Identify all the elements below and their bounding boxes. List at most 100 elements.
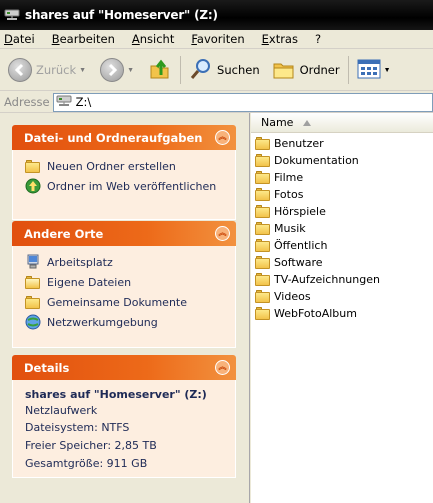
column-header-name[interactable]: Name <box>251 113 433 133</box>
folder-name: Fotos <box>274 188 304 201</box>
toolbar-separator <box>180 56 182 84</box>
collapse-chevron-icon[interactable]: ︽ <box>215 130 230 145</box>
shared-documents-icon <box>25 294 41 310</box>
folder-item[interactable]: Musik <box>251 220 433 237</box>
title-bar[interactable]: shares auf "Homeserver" (Z:) <box>0 0 433 30</box>
column-header-label: Name <box>261 116 294 129</box>
folder-name: Musik <box>274 222 306 235</box>
menu-bearbeiten[interactable]: Bearbeiten <box>52 32 115 46</box>
folder-up-icon <box>148 57 172 84</box>
place-arbeitsplatz-label: Arbeitsplatz <box>47 255 113 269</box>
folder-item[interactable]: Öffentlich <box>251 237 433 254</box>
forward-dropdown-icon[interactable]: ▼ <box>127 67 134 74</box>
details-name: shares auf "Homeserver" (Z:) <box>25 388 207 401</box>
other-places-title: Andere Orte <box>24 226 104 241</box>
place-eigene-dateien-label: Eigene Dateien <box>47 275 132 289</box>
folder-name: Filme <box>274 171 304 184</box>
sort-ascending-icon <box>303 119 312 126</box>
menu-favoriten[interactable]: Favoriten <box>191 32 244 46</box>
folders-label: Ordner <box>299 63 340 77</box>
search-button[interactable]: Suchen <box>187 54 262 86</box>
views-dropdown-icon[interactable]: ▼ <box>384 67 391 74</box>
new-folder-icon <box>25 158 41 174</box>
views-button[interactable]: ▼ <box>355 54 393 86</box>
details-panel: Details ︽ shares auf "Homeserver" (Z:) N… <box>12 355 236 478</box>
menu-help[interactable]: ? <box>315 32 321 46</box>
folder-name: WebFotoAlbum <box>274 307 357 320</box>
collapse-chevron-icon[interactable]: ︽ <box>215 360 230 375</box>
file-tasks-header[interactable]: Datei- und Ordneraufgaben ︽ <box>12 125 236 150</box>
other-places-header[interactable]: Andere Orte ︽ <box>12 221 236 246</box>
file-tasks-title: Datei- und Ordneraufgaben <box>24 130 203 145</box>
my-documents-icon <box>25 274 41 290</box>
back-dropdown-icon[interactable]: ▼ <box>79 67 86 74</box>
folder-icon <box>255 307 271 320</box>
network-places-icon <box>25 314 41 330</box>
folder-icon <box>255 188 271 201</box>
address-field[interactable]: Z:\ <box>52 92 433 112</box>
menu-ansicht[interactable]: Ansicht <box>132 32 174 46</box>
folder-item[interactable]: Dokumentation <box>251 152 433 169</box>
place-netzwerkumgebung[interactable]: Netzwerkumgebung <box>25 312 235 332</box>
folder-name: Software <box>274 256 323 269</box>
my-computer-icon <box>25 254 41 270</box>
folder-item[interactable]: Filme <box>251 169 433 186</box>
folder-name: Videos <box>274 290 311 303</box>
menu-datei[interactable]: Datei <box>4 32 35 46</box>
folder-item[interactable]: Fotos <box>251 186 433 203</box>
back-arrow-icon <box>8 58 32 82</box>
folder-icon <box>255 239 271 252</box>
task-new-folder[interactable]: Neuen Ordner erstellen <box>25 156 235 176</box>
place-gemeinsame-dokumente[interactable]: Gemeinsame Dokumente <box>25 292 235 312</box>
folder-icon <box>255 222 271 235</box>
details-free-space: Freier Speicher: 2,85 TB <box>25 438 157 452</box>
task-pane: Datei- und Ordneraufgaben ︽ Neuen Ordner… <box>0 113 250 503</box>
menu-extras[interactable]: Extras <box>262 32 298 46</box>
place-arbeitsplatz[interactable]: Arbeitsplatz <box>25 252 235 272</box>
network-drive-icon <box>56 93 72 112</box>
folder-name: Benutzer <box>274 137 324 150</box>
folder-name: Dokumentation <box>274 154 359 167</box>
folders-button[interactable]: Ordner <box>270 54 342 86</box>
place-gemeinsame-dokumente-label: Gemeinsame Dokumente <box>47 295 187 309</box>
folder-rows: Benutzer Dokumentation Filme Fotos Hörspiele… <box>251 133 433 322</box>
folder-icon <box>255 273 271 286</box>
place-eigene-dateien[interactable]: Eigene Dateien <box>25 272 235 292</box>
folder-item[interactable]: Hörspiele <box>251 203 433 220</box>
address-value: Z:\ <box>75 95 92 109</box>
folder-item[interactable]: TV-Aufzeichnungen <box>251 271 433 288</box>
details-header[interactable]: Details ︽ <box>12 355 236 380</box>
task-publish-web[interactable]: Ordner im Web veröffentlichen <box>25 176 235 196</box>
folder-item[interactable]: Benutzer <box>251 135 433 152</box>
address-label: Adresse <box>4 95 50 109</box>
collapse-chevron-icon[interactable]: ︽ <box>215 226 230 241</box>
task-new-folder-label: Neuen Ordner erstellen <box>47 159 176 173</box>
toolbar-separator <box>347 56 349 84</box>
back-label: Zurück <box>36 63 77 77</box>
address-bar: Adresse Z:\ <box>0 92 433 113</box>
folders-icon <box>272 57 296 84</box>
folder-icon <box>255 171 271 184</box>
file-list: Name Benutzer Dokumentation Filme Fotos Hörs… <box>251 113 433 503</box>
details-total-size: Gesamtgröße: 911 GB <box>25 456 148 470</box>
folder-item[interactable]: Software <box>251 254 433 271</box>
folder-name: TV-Aufzeichnungen <box>274 273 380 286</box>
folder-name: Öffentlich <box>274 239 328 252</box>
forward-button[interactable]: ▼ <box>98 54 136 86</box>
folder-item[interactable]: WebFotoAlbum <box>251 305 433 322</box>
file-tasks-panel: Datei- und Ordneraufgaben ︽ Neuen Ordner… <box>12 125 236 220</box>
search-label: Suchen <box>217 63 260 77</box>
folder-icon <box>255 205 271 218</box>
network-drive-icon <box>4 7 20 23</box>
views-icon <box>357 59 381 82</box>
other-places-panel: Andere Orte ︽ Arbeitsplatz Eigene Dateie… <box>12 221 236 348</box>
details-filesystem: Dateisystem: NTFS <box>25 420 130 434</box>
folder-icon <box>255 256 271 269</box>
window-title: shares auf "Homeserver" (Z:) <box>25 8 218 22</box>
publish-web-icon <box>25 178 41 194</box>
details-type: Netzlaufwerk <box>25 404 98 417</box>
folder-item[interactable]: Videos <box>251 288 433 305</box>
search-icon <box>189 57 213 84</box>
up-folder-button[interactable] <box>146 54 174 86</box>
back-button[interactable]: Zurück ▼ <box>6 54 88 86</box>
